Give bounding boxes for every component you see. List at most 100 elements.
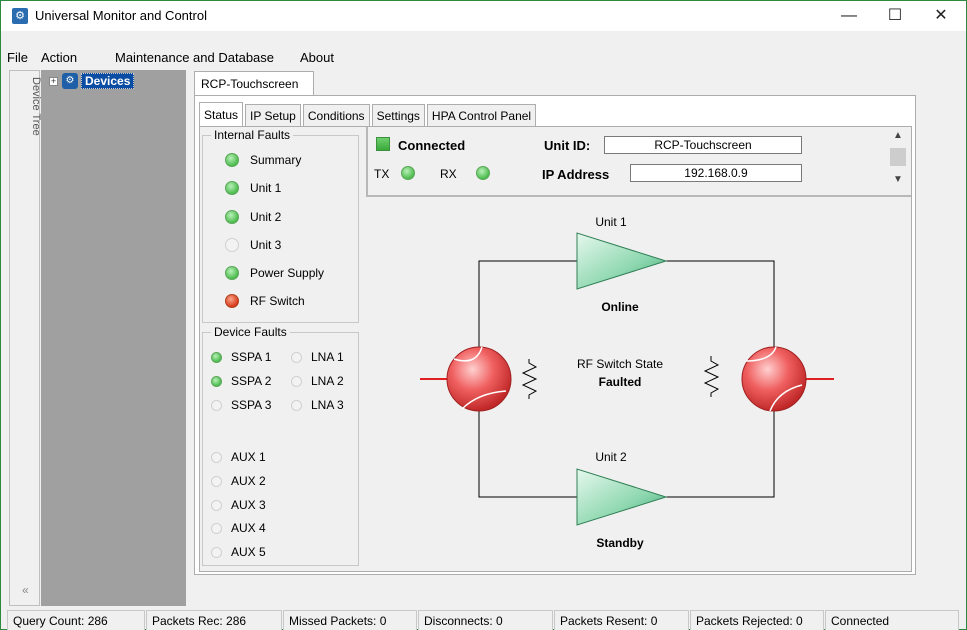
vertical-scrollbar[interactable]: ▲ ▼: [888, 128, 908, 191]
app-icon: ⚙: [12, 8, 28, 24]
unit-1-led-icon: [225, 181, 239, 195]
left-rf-switch-icon: [446, 346, 512, 412]
rf-switch-led-icon: [225, 294, 239, 308]
device-fault-label: AUX 2: [231, 474, 266, 488]
unit-1-label: Unit 1: [595, 215, 627, 229]
rx-label: RX: [440, 167, 457, 181]
unit-2-amplifier-icon: [576, 468, 668, 526]
device-tree-strip[interactable]: Device Tree «: [9, 70, 42, 606]
unit-1-amplifier-icon: [576, 232, 668, 290]
fault-aux-1: AUX 1: [211, 450, 266, 464]
device-fault-label: LNA 2: [311, 374, 344, 388]
fault-aux-4: AUX 4: [211, 521, 266, 535]
aux-4-led-icon: [211, 522, 222, 534]
ip-address-field[interactable]: 192.168.0.9: [630, 164, 802, 182]
fault-label: Unit 3: [250, 238, 282, 252]
lna-2-led-icon: [291, 375, 302, 387]
tree-node-label[interactable]: Devices: [81, 73, 135, 89]
menu-about[interactable]: About: [300, 50, 334, 65]
fault-unit-3: Unit 3: [225, 238, 281, 252]
fault-aux-5: AUX 5: [211, 545, 266, 559]
internal-faults-group: Internal Faults Summary Unit 1 Unit 2 Un…: [202, 128, 359, 323]
aux-3-led-icon: [211, 499, 222, 511]
status-connection: Connected: [825, 610, 959, 630]
close-button[interactable]: ✕: [918, 1, 964, 31]
fault-sspa-3: SSPA 3: [211, 398, 271, 412]
unit-2-led-icon: [225, 210, 239, 224]
fault-label: Power Supply: [250, 266, 325, 280]
device-fault-label: AUX 5: [231, 545, 266, 559]
fault-aux-2: AUX 2: [211, 474, 266, 488]
tx-label: TX: [374, 167, 390, 181]
app-window: ⚙ Universal Monitor and Control — ☐ ✕ Fi…: [0, 0, 967, 630]
fault-lna-3: LNA 3: [291, 398, 344, 412]
fault-sspa-1: SSPA 1: [211, 350, 271, 364]
connection-status: Connected: [398, 138, 466, 153]
fault-lna-2: LNA 2: [291, 374, 344, 388]
lna-1-led-icon: [291, 351, 302, 363]
device-tree-panel: + ⚙ Devices: [41, 70, 186, 606]
collapse-icon[interactable]: «: [22, 583, 29, 597]
summary-led-icon: [225, 153, 239, 167]
sspa-2-led-icon: [211, 375, 222, 387]
device-fault-label: SSPA 2: [231, 374, 272, 388]
device-fault-label: AUX 1: [231, 450, 266, 464]
unit-2-label: Unit 2: [595, 450, 627, 464]
window-title: Universal Monitor and Control: [35, 8, 207, 23]
tab-ip-setup[interactable]: IP Setup: [245, 104, 301, 126]
device-faults-group: Device Faults SSPA 1 SSPA 2 SSPA 3 LNA 1…: [202, 325, 359, 566]
switch-state-label: RF Switch State: [577, 357, 663, 371]
unit-3-led-icon: [225, 238, 239, 252]
fault-sspa-2: SSPA 2: [211, 374, 271, 388]
device-fault-label: LNA 1: [311, 350, 344, 364]
tab-conditions[interactable]: Conditions: [302, 104, 370, 126]
internal-faults-title: Internal Faults: [211, 128, 294, 142]
aux-1-led-icon: [211, 451, 222, 463]
fault-lna-1: LNA 1: [291, 350, 344, 364]
fault-label: Unit 1: [250, 181, 282, 195]
scroll-up-icon[interactable]: ▲: [888, 130, 908, 144]
status-packets-rejected: Packets Rejected: 0: [690, 610, 824, 630]
tab-hpa-control-panel[interactable]: HPA Control Panel: [426, 104, 537, 126]
devices-icon: ⚙: [62, 73, 78, 89]
fault-unit-2: Unit 2: [225, 210, 281, 224]
minimize-button[interactable]: —: [826, 1, 872, 31]
menu-file[interactable]: File: [7, 50, 28, 65]
aux-2-led-icon: [211, 475, 222, 487]
fault-label: RF Switch: [250, 294, 305, 308]
unit-id-field[interactable]: RCP-Touchscreen: [604, 136, 802, 154]
sspa-1-led-icon: [211, 351, 222, 363]
fault-summary: Summary: [225, 153, 301, 167]
status-query-count: Query Count: 286: [7, 610, 145, 630]
right-rf-switch-icon: [741, 346, 807, 412]
tree-node-devices[interactable]: + ⚙ Devices: [49, 73, 135, 89]
tab-settings[interactable]: Settings: [371, 104, 425, 126]
title-bar: ⚙ Universal Monitor and Control — ☐ ✕: [1, 1, 966, 31]
device-fault-label: AUX 4: [231, 521, 266, 535]
device-fault-label: LNA 3: [311, 398, 344, 412]
expand-icon[interactable]: +: [49, 76, 58, 86]
switch-state-value: Faulted: [599, 375, 642, 389]
maximize-button[interactable]: ☐: [872, 1, 918, 31]
fault-power-supply: Power Supply: [225, 266, 324, 280]
tab-rcp-touchscreen[interactable]: RCP-Touchscreen: [194, 71, 314, 95]
fault-unit-1: Unit 1: [225, 181, 281, 195]
device-fault-label: AUX 3: [231, 498, 266, 512]
right-load-resistor-icon: [703, 356, 720, 397]
device-faults-title: Device Faults: [211, 325, 290, 339]
status-missed-packets: Missed Packets: 0: [283, 610, 417, 630]
fault-aux-3: AUX 3: [211, 498, 266, 512]
tx-led-icon: [401, 166, 415, 180]
status-bar: Query Count: 286 Packets Rec: 286 Missed…: [5, 610, 965, 630]
tab-status[interactable]: Status: [199, 102, 244, 126]
fault-rf-switch: RF Switch: [225, 294, 305, 308]
sub-tab-bar: Status IP Setup Conditions Settings HPA …: [199, 102, 538, 126]
connected-indicator-icon: [376, 137, 390, 151]
unit-id-label: Unit ID:: [544, 138, 591, 153]
scroll-down-icon[interactable]: ▼: [888, 174, 908, 188]
device-fault-label: SSPA 1: [231, 350, 272, 364]
scroll-thumb[interactable]: [890, 148, 906, 166]
menu-action[interactable]: Action: [41, 50, 77, 65]
menu-maintenance-database[interactable]: Maintenance and Database: [115, 50, 274, 65]
status-packets-rec: Packets Rec: 286: [146, 610, 282, 630]
